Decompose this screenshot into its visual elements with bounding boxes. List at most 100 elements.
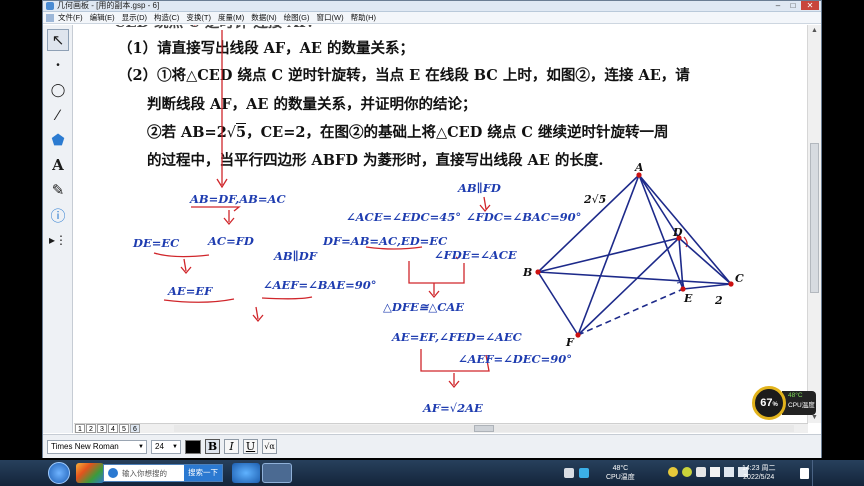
ie-browser-icon[interactable] bbox=[232, 463, 260, 483]
title-bar[interactable]: 几何画板 - [用的副本.gsp - 6] – □ ✕ bbox=[43, 1, 821, 12]
app-icon bbox=[46, 2, 54, 10]
segment-dc bbox=[678, 237, 732, 285]
close-button[interactable]: ✕ bbox=[801, 1, 819, 10]
menu-help[interactable]: 帮助(H) bbox=[351, 12, 376, 23]
menu-edit[interactable]: 编辑(E) bbox=[90, 12, 115, 23]
start-button-icon[interactable] bbox=[48, 462, 70, 484]
point-f bbox=[575, 332, 581, 338]
annotation-ace-edc: ∠ACE=∠EDC=45° bbox=[346, 210, 461, 224]
cpu-usage-percent: 67 bbox=[760, 397, 773, 409]
point-b bbox=[535, 269, 541, 275]
cpu-monitor-widget[interactable]: 48°C CPU温度 67% bbox=[752, 386, 816, 422]
search-box[interactable]: 输入你想搜的 搜索一下 bbox=[103, 464, 223, 482]
page-tab-3[interactable]: 3 bbox=[97, 424, 107, 433]
document-icon[interactable] bbox=[46, 13, 54, 22]
cpu-temp-tray[interactable]: 48°C CPU温度 bbox=[606, 464, 635, 482]
menu-graph[interactable]: 绘图(G) bbox=[284, 12, 310, 23]
menu-transform[interactable]: 变换(T) bbox=[186, 12, 211, 23]
math-symbol-button[interactable]: √α bbox=[262, 439, 277, 454]
red-bracket-join bbox=[408, 261, 465, 284]
custom-tool-icon[interactable]: ▸⋮ bbox=[47, 229, 69, 251]
af-result-suffix: AE bbox=[464, 401, 483, 415]
tray-network-icon[interactable] bbox=[724, 467, 734, 477]
horizontal-scrollbar[interactable] bbox=[174, 425, 794, 432]
arrow-select-tool-icon[interactable]: ↖ bbox=[47, 29, 69, 51]
cpu-usage-unit: % bbox=[772, 402, 778, 408]
compass-tool-icon[interactable]: ◯ bbox=[47, 79, 69, 101]
tray-shield-icon[interactable] bbox=[668, 467, 678, 477]
tray-update-icon[interactable] bbox=[682, 467, 692, 477]
menu-construct[interactable]: 构造(C) bbox=[154, 12, 179, 23]
label-e: E bbox=[683, 292, 693, 305]
annotation-ae-ef: AE=EF bbox=[167, 284, 213, 298]
minimize-button[interactable]: – bbox=[771, 1, 785, 10]
tray-app-icon[interactable] bbox=[579, 468, 589, 478]
annotation-af-result: AF=√2AE bbox=[422, 401, 483, 415]
annotation-fdc-bac: ∠FDC=∠BAC=90° bbox=[466, 210, 581, 224]
tray-icons bbox=[668, 467, 748, 477]
system-tray bbox=[564, 463, 589, 483]
blue-handwritten-annotations: AB=DF,AB=AC DE=EC AC=FD AE=EF AB∥DF ∠AEF… bbox=[132, 181, 581, 415]
maximize-button[interactable]: □ bbox=[786, 1, 800, 10]
show-desktop-button[interactable] bbox=[812, 460, 822, 486]
annotation-ab-df-ab-ac: AB=DF,AB=AC bbox=[189, 192, 286, 206]
red-arrow-4 bbox=[255, 306, 259, 320]
annotation-df-ab-ac-ed-ec: DF=AB=AC,ED=EC bbox=[322, 234, 448, 248]
window-title: 几何画板 - [用的副本.gsp - 6] bbox=[57, 1, 160, 10]
bold-button[interactable]: B bbox=[205, 439, 220, 454]
app-launcher-icon[interactable] bbox=[76, 463, 104, 483]
af-result-radicand: 2 bbox=[456, 401, 465, 415]
page-tab-5[interactable]: 5 bbox=[119, 424, 129, 433]
page-tab-6[interactable]: 6 bbox=[130, 424, 140, 433]
text-color-swatch[interactable] bbox=[185, 439, 201, 454]
annotation-ac-fd: AC=FD bbox=[207, 234, 254, 248]
side-ab-coefficient: 2 bbox=[583, 193, 592, 206]
menu-data[interactable]: 数据(N) bbox=[251, 12, 276, 23]
annotation-de-ec: DE=EC bbox=[132, 236, 180, 250]
menu-window[interactable]: 窗口(W) bbox=[317, 12, 344, 23]
annotation-aef-dec: ∠AEF=∠DEC=90° bbox=[458, 352, 572, 366]
straightedge-tool-icon[interactable]: ∕ bbox=[47, 104, 69, 126]
label-b: B bbox=[522, 266, 532, 279]
vertical-scroll-thumb[interactable] bbox=[810, 143, 819, 293]
font-size-select[interactable]: 24 ▼ bbox=[151, 439, 181, 454]
underline-button[interactable]: U bbox=[243, 439, 258, 454]
cpu-widget-temp: 48°C bbox=[788, 392, 803, 399]
page-tab-4[interactable]: 4 bbox=[108, 424, 118, 433]
chevron-down-icon: ▼ bbox=[138, 443, 144, 450]
annotation-aef-bae: ∠AEF=∠BAE=90° bbox=[263, 278, 377, 292]
text-tool-icon[interactable]: A bbox=[47, 154, 69, 176]
menu-file[interactable]: 文件(F) bbox=[58, 12, 83, 23]
polygon-tool-icon[interactable]: ⬟ bbox=[47, 129, 69, 151]
marker-tool-icon[interactable]: ✎ bbox=[47, 179, 69, 201]
information-tool-icon[interactable]: ⓘ bbox=[47, 204, 69, 226]
italic-button[interactable]: I bbox=[224, 439, 239, 454]
tray-keyboard-icon[interactable] bbox=[696, 467, 706, 477]
search-placeholder: 输入你想搜的 bbox=[122, 468, 167, 478]
label-f: F bbox=[565, 336, 575, 349]
geometry-sketchpad-taskbar-icon[interactable] bbox=[262, 463, 292, 483]
clock-time: 14:23 周二 bbox=[742, 465, 776, 472]
segment-fd bbox=[577, 237, 680, 336]
taskbar-clock[interactable]: 14:23 周二 2022/5/24 bbox=[742, 464, 775, 482]
page-tab-1[interactable]: 1 bbox=[75, 424, 85, 433]
notification-icon[interactable] bbox=[800, 468, 809, 479]
tray-flag-icon[interactable] bbox=[710, 467, 720, 477]
af-result-prefix: AF= bbox=[422, 401, 450, 415]
menu-measure[interactable]: 度量(M) bbox=[218, 12, 244, 23]
tray-expand-icon[interactable] bbox=[564, 468, 574, 478]
search-button[interactable]: 搜索一下 bbox=[184, 465, 222, 481]
horizontal-scroll-thumb[interactable] bbox=[474, 425, 494, 432]
menu-display[interactable]: 显示(D) bbox=[122, 12, 147, 23]
scroll-up-icon[interactable]: ▲ bbox=[810, 26, 819, 35]
cpu-temp-panel: 48°C CPU温度 bbox=[782, 391, 816, 415]
font-family-value: Times New Roman bbox=[51, 441, 119, 451]
sketch-canvas[interactable]: CED 绕点 C 逆时针 连接 AF. （1）请直接写出线段 AF，AE 的数量… bbox=[74, 25, 808, 423]
segment-ec bbox=[682, 283, 732, 290]
vertical-scrollbar[interactable]: ▲ ▼ bbox=[807, 25, 821, 423]
font-family-select[interactable]: Times New Roman ▼ bbox=[47, 439, 147, 454]
segment-bf bbox=[537, 271, 579, 336]
point-tool-icon[interactable]: • bbox=[47, 54, 69, 76]
clock-date: 2022/5/24 bbox=[743, 474, 775, 481]
page-tab-2[interactable]: 2 bbox=[86, 424, 96, 433]
